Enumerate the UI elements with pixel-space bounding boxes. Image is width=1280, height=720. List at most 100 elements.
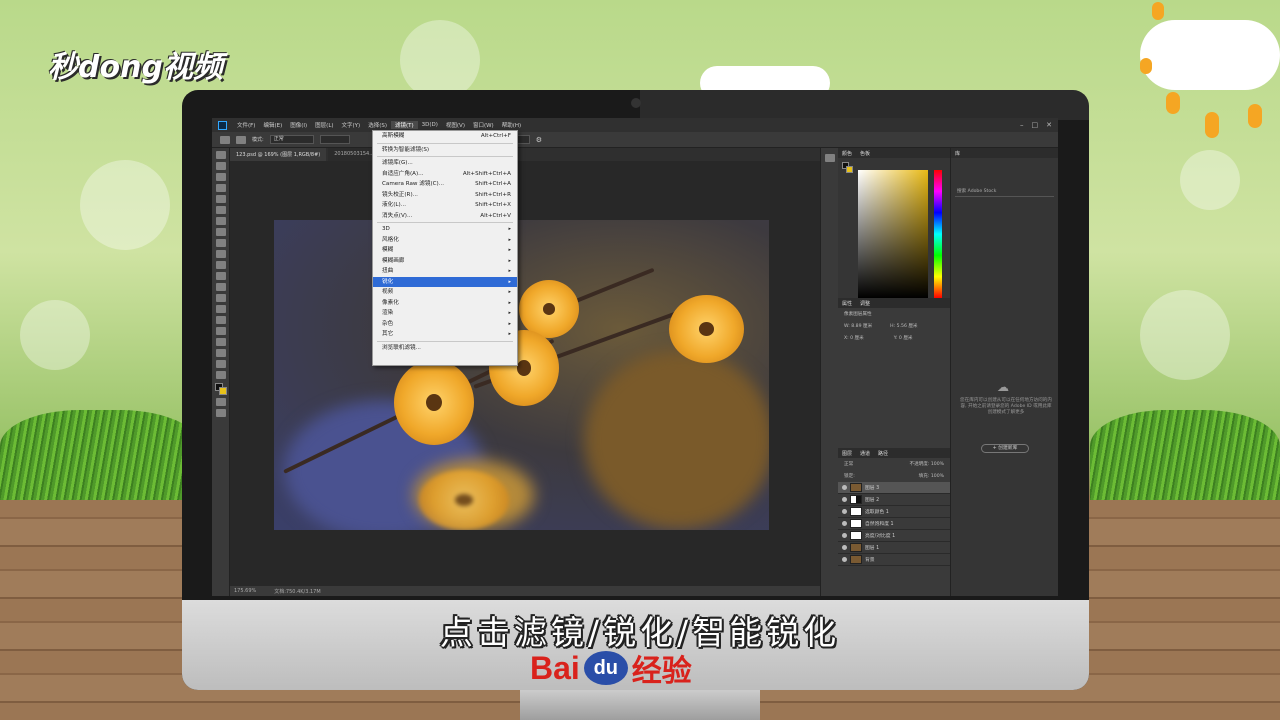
filter-menu-item[interactable]: 镜头校正(R)... Shift+Ctrl+R xyxy=(373,190,517,201)
brush-tool-icon[interactable] xyxy=(220,135,230,144)
color-picker-field[interactable] xyxy=(858,170,928,298)
eraser-tool-icon[interactable] xyxy=(215,261,226,269)
visibility-eye-icon[interactable] xyxy=(842,557,847,562)
zoom-level[interactable]: 175.69% xyxy=(234,588,256,594)
visibility-eye-icon[interactable] xyxy=(842,533,847,538)
filter-menu-item[interactable]: 扭曲 ▸ xyxy=(373,266,517,277)
menu-type[interactable]: 文字(Y) xyxy=(338,121,365,129)
layer-row[interactable]: 图层 3 xyxy=(838,482,950,494)
visibility-eye-icon[interactable] xyxy=(842,509,847,514)
crop-tool-icon[interactable] xyxy=(215,195,226,203)
menu-window[interactable]: 窗口(W) xyxy=(469,121,498,129)
filter-menu-item[interactable]: Camera Raw 滤镜(C)... Shift+Ctrl+A xyxy=(373,179,517,190)
gradient-tool-icon[interactable] xyxy=(215,272,226,280)
filter-menu-item[interactable]: 液化(L)... Shift+Ctrl+X xyxy=(373,200,517,211)
minimize-icon[interactable]: – xyxy=(1020,121,1024,129)
screen-mode-icon[interactable] xyxy=(215,409,226,417)
filter-menu-item[interactable]: 模糊画廊 ▸ xyxy=(373,256,517,267)
history-panel-icon[interactable] xyxy=(824,154,835,162)
layer-row[interactable]: 图层 1 xyxy=(838,542,950,554)
stamp-tool-icon[interactable] xyxy=(215,239,226,247)
layer-row[interactable]: 自然饱和度 1 xyxy=(838,518,950,530)
quick-mask-icon[interactable] xyxy=(215,398,226,406)
menu-file[interactable]: 文件(F) xyxy=(233,121,259,129)
menu-select[interactable]: 选择(S) xyxy=(364,121,391,129)
filter-menu-item[interactable]: 锐化 ▸ xyxy=(373,276,517,287)
maximize-icon[interactable]: □ xyxy=(1032,121,1039,129)
tab-color[interactable]: 颜色 xyxy=(842,150,852,157)
shape-tool-icon[interactable] xyxy=(215,338,226,346)
zoom-tool-icon[interactable] xyxy=(215,360,226,368)
layer-row[interactable]: 图层 2 xyxy=(838,494,950,506)
opacity-field[interactable]: 不透明度: 100% xyxy=(909,461,944,467)
visibility-eye-icon[interactable] xyxy=(842,497,847,502)
tab-channels[interactable]: 通道 xyxy=(860,450,870,457)
quick-select-tool-icon[interactable] xyxy=(215,184,226,192)
canvas-area[interactable] xyxy=(230,161,820,586)
background-color-swatch[interactable] xyxy=(219,387,227,395)
menu-image[interactable]: 图像(I) xyxy=(286,121,311,129)
menu-filter[interactable]: 滤镜(T) xyxy=(390,121,418,129)
filter-menu-item[interactable]: 转换为智能滤镜(S) xyxy=(373,145,517,156)
create-library-button[interactable]: + 创建新库 xyxy=(981,444,1029,453)
mode-select[interactable]: 正常 xyxy=(269,135,314,144)
healing-tool-icon[interactable] xyxy=(215,217,226,225)
history-brush-icon[interactable] xyxy=(215,250,226,258)
menu-3d[interactable]: 3D(D) xyxy=(418,122,442,128)
lasso-tool-icon[interactable] xyxy=(215,173,226,181)
blend-mode-select[interactable]: 正常 xyxy=(844,461,853,467)
tab-paths[interactable]: 路径 xyxy=(878,450,888,457)
menu-edit[interactable]: 编辑(E) xyxy=(259,121,286,129)
close-icon[interactable]: ✕ xyxy=(1046,121,1052,129)
marquee-tool-icon[interactable] xyxy=(215,162,226,170)
brush-tool-icon[interactable] xyxy=(215,228,226,236)
eyedropper-tool-icon[interactable] xyxy=(215,206,226,214)
filter-menu-item[interactable]: 杂色 ▸ xyxy=(373,319,517,330)
libraries-search[interactable]: 搜索 Adobe Stock xyxy=(955,186,1054,197)
tab-swatches[interactable]: 色板 xyxy=(860,150,870,157)
hue-slider[interactable] xyxy=(934,170,942,298)
x-field[interactable]: X: 0 厘米 xyxy=(844,335,864,341)
brush-preset-icon[interactable] xyxy=(236,135,246,144)
width-field[interactable]: W: 8.89 厘米 xyxy=(844,323,872,329)
layer-row[interactable]: 亮度/对比度 1 xyxy=(838,530,950,542)
layer-row[interactable]: 背景 xyxy=(838,554,950,566)
brush-option[interactable] xyxy=(319,135,350,144)
filter-menu-item[interactable]: 消失点(V)... Alt+Ctrl+V xyxy=(373,211,517,222)
visibility-eye-icon[interactable] xyxy=(842,485,847,490)
filter-menu-item[interactable]: 浏览联机滤镜... xyxy=(373,343,517,354)
fill-field[interactable]: 填充: 100% xyxy=(919,473,944,479)
filter-menu-item[interactable]: 自适应广角(A)... Alt+Shift+Ctrl+A xyxy=(373,169,517,180)
path-select-icon[interactable] xyxy=(215,327,226,335)
visibility-eye-icon[interactable] xyxy=(842,521,847,526)
settings-icon[interactable]: ⚙ xyxy=(536,136,542,144)
visibility-eye-icon[interactable] xyxy=(842,545,847,550)
filter-menu-item[interactable]: 像素化 ▸ xyxy=(373,298,517,309)
filter-menu-item[interactable]: 3D ▸ xyxy=(373,224,517,235)
height-field[interactable]: H: 5.56 厘米 xyxy=(890,323,917,329)
type-tool-icon[interactable] xyxy=(215,316,226,324)
pen-tool-icon[interactable] xyxy=(215,305,226,313)
filter-menu-item[interactable]: 模糊 ▸ xyxy=(373,245,517,256)
menu-view[interactable]: 视图(V) xyxy=(442,121,469,129)
y-field[interactable]: Y: 0 厘米 xyxy=(894,335,913,341)
tab-properties[interactable]: 属性 xyxy=(842,300,852,307)
hand-tool-icon[interactable] xyxy=(215,349,226,357)
filter-menu-item[interactable]: 滤镜库(G)... xyxy=(373,158,517,169)
menu-help[interactable]: 帮助(H) xyxy=(498,121,525,129)
dodge-tool-icon[interactable] xyxy=(215,294,226,302)
layer-row[interactable]: 选取颜色 1 xyxy=(838,506,950,518)
document-tab[interactable]: 123.psd @ 169% (图层 1,RGB/8#) xyxy=(230,148,327,161)
filter-menu-item[interactable]: 渲染 ▸ xyxy=(373,308,517,319)
tab-layers[interactable]: 图层 xyxy=(842,450,852,457)
filter-menu-item[interactable]: 其它 ▸ xyxy=(373,329,517,340)
move-tool-icon[interactable] xyxy=(215,151,226,159)
tab-libraries[interactable]: 库 xyxy=(955,150,960,157)
filter-menu-item[interactable]: 高斯模糊 Alt+Ctrl+F xyxy=(373,131,517,142)
filter-menu-item[interactable]: 风格化 ▸ xyxy=(373,235,517,246)
background-color-swatch[interactable] xyxy=(846,166,853,173)
tab-adjustments[interactable]: 调整 xyxy=(860,300,870,307)
filter-menu-item[interactable]: 视频 ▸ xyxy=(373,287,517,298)
menu-layer[interactable]: 图层(L) xyxy=(311,121,337,129)
more-tools-icon[interactable] xyxy=(215,371,226,379)
